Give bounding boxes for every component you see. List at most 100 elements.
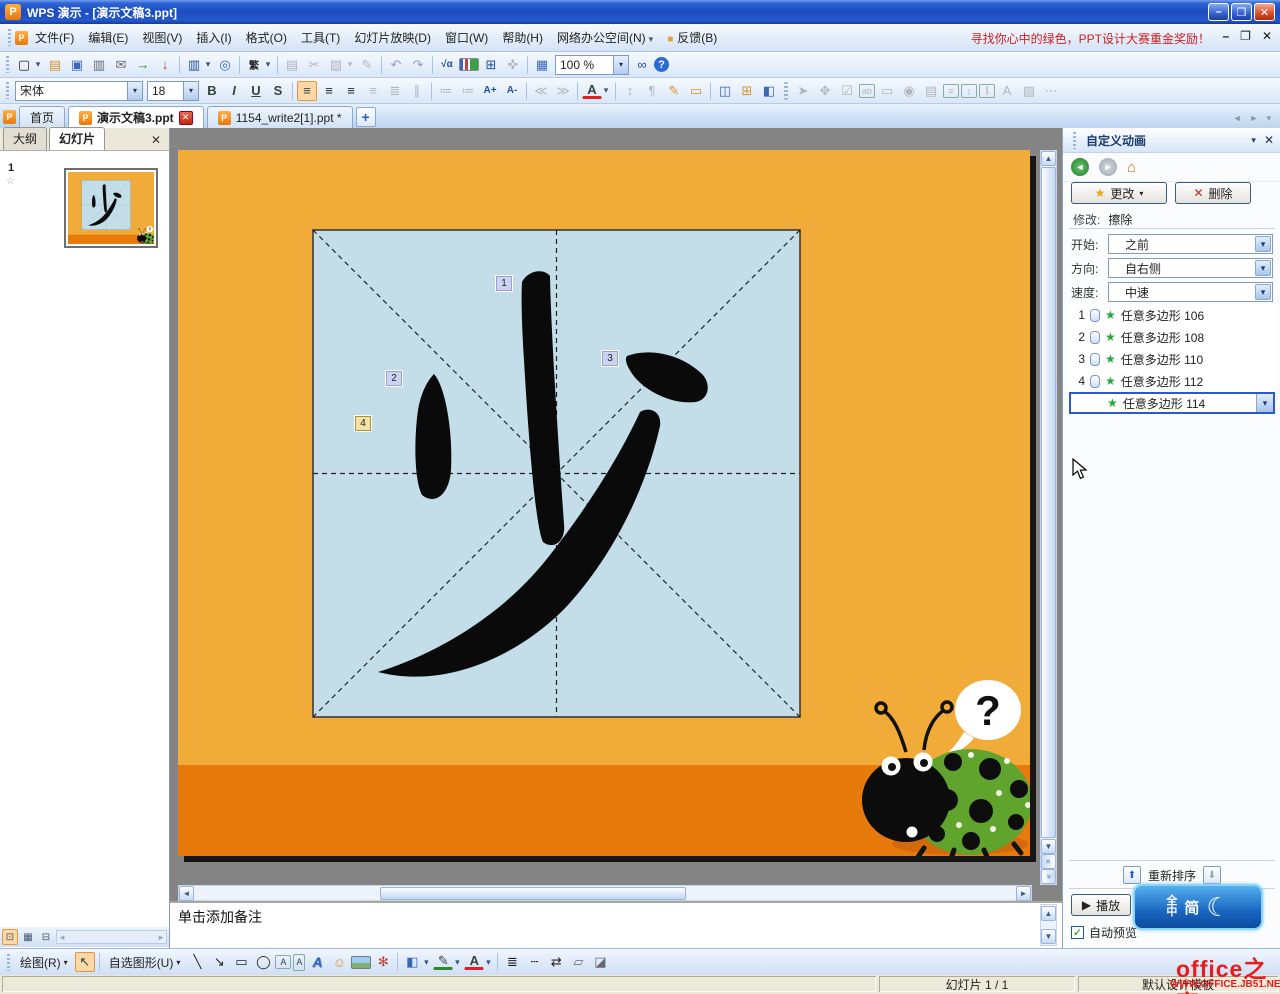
distribute-button[interactable]: ≣ — [385, 81, 405, 101]
anim-item-5[interactable]: ★ 任意多边形 114 — [1069, 392, 1275, 414]
start-field[interactable]: 开始: 之前 ▾ — [1071, 234, 1273, 254]
toolbar-grip[interactable] — [6, 56, 9, 73]
scroll-right-icon[interactable]: ► — [1016, 886, 1031, 901]
line-color-dropdown-icon[interactable]: ▾ — [452, 952, 462, 972]
menu-window[interactable]: 窗口(W) — [438, 25, 495, 50]
threed-style-icon[interactable]: ◪ — [590, 952, 610, 972]
menu-file[interactable]: 文件(F) — [28, 25, 81, 50]
close-button[interactable]: ✕ — [1254, 3, 1275, 21]
direction-field[interactable]: 方向: 自右侧 ▾ — [1071, 258, 1273, 278]
print-preview-icon[interactable]: ◎ — [215, 55, 235, 75]
open-icon[interactable]: ▤ — [45, 55, 65, 75]
scroll-down-icon[interactable]: ▼ — [1041, 839, 1056, 854]
button-control-icon[interactable]: ▭ — [877, 81, 897, 101]
menu-web-office[interactable]: 网络办公空间(N) — [550, 25, 660, 50]
label-control-icon[interactable]: A — [997, 81, 1017, 101]
insert-object-icon[interactable]: ☺ — [329, 952, 349, 972]
wordart-icon[interactable]: A — [307, 952, 327, 972]
background-button[interactable]: ◧ — [759, 81, 779, 101]
slideshow-view-button[interactable]: ⊟ — [38, 929, 54, 945]
bold-button[interactable]: B — [202, 81, 222, 101]
edit-slide-button[interactable]: ✎ — [664, 81, 684, 101]
menu-tools[interactable]: 工具(T) — [294, 25, 347, 50]
bullet-list-button[interactable]: ≔ — [458, 81, 478, 101]
tab-slides[interactable]: 幻灯片 — [49, 127, 105, 150]
combobox-control-icon[interactable]: ▤ — [921, 81, 941, 101]
font-color-dropdown-icon[interactable]: ▾ — [601, 81, 611, 101]
horizontal-scrollbar[interactable]: ◄ ► — [178, 885, 1032, 901]
field-value[interactable]: 中速 ▾ — [1108, 282, 1273, 302]
auto-preview-checkbox[interactable]: ✓ — [1071, 926, 1084, 939]
shadow-text-button[interactable]: S — [268, 81, 288, 101]
anim-item-3[interactable]: 3 ★ 任意多边形 110 — [1069, 348, 1275, 370]
convert-dropdown-icon[interactable]: ▾ — [263, 55, 273, 75]
anim-item-2[interactable]: 2 ★ 任意多边形 108 — [1069, 326, 1275, 348]
panel-horizontal-scrollbar[interactable]: ◄ ► — [56, 930, 167, 944]
horizontal-scroll-thumb[interactable] — [380, 887, 686, 900]
panel-close-icon[interactable]: ✕ — [146, 133, 166, 150]
field-dropdown-icon[interactable]: ▾ — [1255, 260, 1271, 276]
numbered-list-button[interactable]: ≔ — [436, 81, 456, 101]
field-dropdown-icon[interactable]: ▾ — [1255, 236, 1271, 252]
image-control-icon[interactable]: ▨ — [1019, 81, 1039, 101]
gridlines-icon[interactable]: ▦ — [532, 55, 552, 75]
new-icon[interactable]: ▢ — [14, 55, 34, 75]
stroke-label-1[interactable]: 1 — [496, 276, 512, 291]
tab-other-document[interactable]: P 1154_write2[1].ppt * — [207, 106, 353, 128]
paragraph-spacing-button[interactable]: ¶ — [642, 81, 662, 101]
tab-close-icon[interactable]: ✕ — [179, 111, 193, 125]
anim-item-1[interactable]: 1 ★ 任意多边形 106 — [1069, 304, 1275, 326]
insert-picture-icon[interactable] — [351, 956, 371, 969]
font-name-combo[interactable]: 宋体 ▾ — [15, 81, 143, 101]
scroll-up-icon[interactable]: ▲ — [1041, 151, 1056, 166]
arrow-tool-icon[interactable]: ↘ — [209, 952, 229, 972]
reorder-up-button[interactable]: ⬆ — [1123, 866, 1141, 884]
menu-help[interactable]: 帮助(H) — [495, 25, 550, 50]
slide-layout-button[interactable]: ◫ — [715, 81, 735, 101]
notes-pane[interactable]: 单击添加备注 — [170, 901, 1062, 948]
italic-button[interactable]: I — [224, 81, 244, 101]
stroke-label-3[interactable]: 3 — [602, 351, 618, 366]
minimize-button[interactable]: – — [1208, 3, 1229, 21]
pane-grip[interactable] — [1073, 132, 1076, 149]
anim-item-4[interactable]: 4 ★ 任意多边形 112 — [1069, 370, 1275, 392]
scroll-left-icon[interactable]: ◄ — [179, 886, 194, 901]
child-minimize-icon[interactable]: – — [1222, 29, 1229, 43]
slide-thumbnail[interactable] — [64, 168, 158, 248]
tab-list-dropdown-icon[interactable]: ▾ — [1266, 113, 1271, 124]
underline-button[interactable]: U — [246, 81, 266, 101]
radio-control-icon[interactable]: ◉ — [899, 81, 919, 101]
oval-tool-icon[interactable]: ◯ — [253, 952, 273, 972]
fill-color-icon[interactable]: ◧ — [402, 952, 422, 972]
vertical-textbox-tool-icon[interactable]: A — [293, 954, 305, 971]
scroll-right-icon[interactable]: ► — [157, 933, 165, 942]
slide-canvas[interactable]: 1 2 3 4 — [178, 150, 1030, 856]
insert-table-button[interactable]: ⊞ — [737, 81, 757, 101]
scroll-down-icon[interactable]: ▼ — [1041, 929, 1056, 944]
cut-icon[interactable]: ✂ — [304, 55, 324, 75]
listbox-control-icon[interactable]: ≡ — [943, 84, 959, 98]
paste-icon[interactable]: ▧ — [326, 55, 346, 75]
tab-scroll-right-icon[interactable]: ► — [1250, 113, 1259, 124]
reorder-down-button[interactable]: ⬇ — [1203, 866, 1221, 884]
find-icon[interactable]: ∞ — [632, 55, 652, 75]
increase-font-button[interactable]: A+ — [480, 81, 500, 101]
decrease-indent-button[interactable]: ≪ — [531, 81, 551, 101]
paste-dropdown-icon[interactable]: ▾ — [345, 55, 355, 75]
forward-icon[interactable]: ► — [1099, 158, 1117, 176]
print-icon[interactable]: ▥ — [184, 55, 204, 75]
tab-outline[interactable]: 大纲 — [3, 127, 47, 150]
delete-effect-button[interactable]: ✕ 删除 — [1175, 182, 1251, 204]
textbox-control-icon[interactable]: ab — [859, 84, 875, 98]
menu-view[interactable]: 视图(V) — [135, 25, 189, 50]
field-value[interactable]: 之前 ▾ — [1108, 234, 1273, 254]
line-spacing-button[interactable]: ↕ — [620, 81, 640, 101]
toolbar-grip[interactable] — [7, 954, 10, 971]
vertical-text-button[interactable]: ∥ — [407, 81, 427, 101]
stroke-label-2[interactable]: 2 — [386, 371, 402, 386]
print-dropdown-icon[interactable]: ▾ — [203, 55, 213, 75]
convert-icon[interactable]: 繁 — [244, 55, 264, 75]
dash-style-icon[interactable]: ┄ — [524, 952, 544, 972]
vertical-scrollbar[interactable]: ▲ ▼ « « — [1040, 150, 1057, 885]
select-pointer-button[interactable]: ↖ — [75, 952, 95, 972]
